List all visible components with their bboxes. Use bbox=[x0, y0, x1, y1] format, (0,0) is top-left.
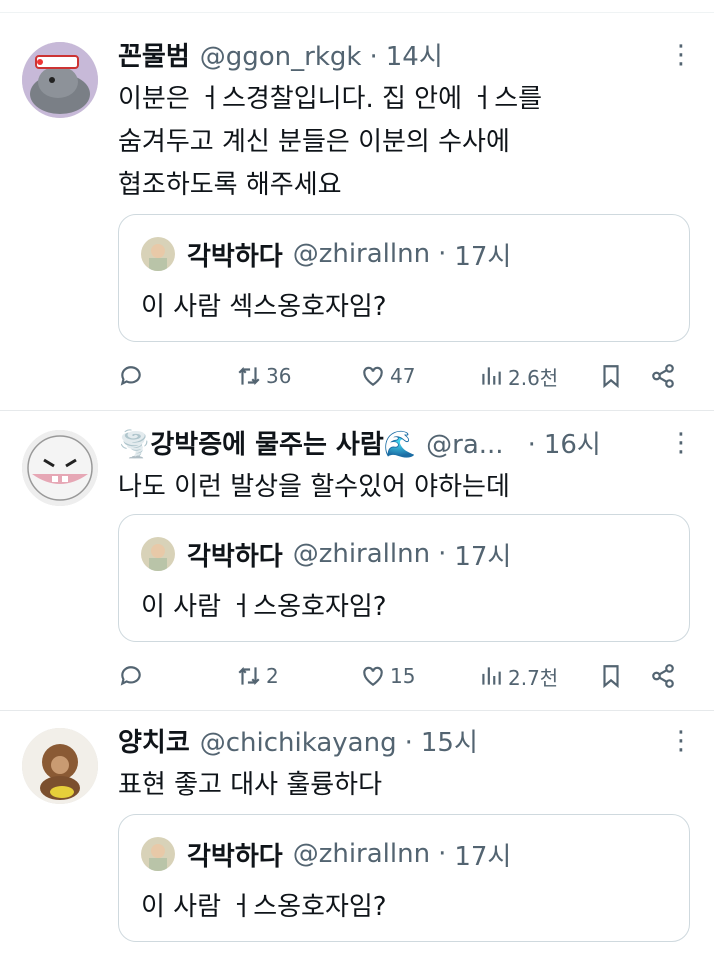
reply-button[interactable] bbox=[118, 358, 148, 394]
like-button[interactable]: 47 bbox=[360, 358, 415, 394]
separator-dot: · bbox=[404, 728, 413, 758]
tweet-text: 이분은 ㅓ스경찰입니다. 집 안에 ㅓ스를 숨겨두고 계신 분들은 이분의 수사… bbox=[118, 78, 694, 207]
reply-icon bbox=[120, 666, 141, 686]
separator-dot: · bbox=[438, 539, 447, 569]
quote-display-name[interactable]: 각박하다 bbox=[187, 536, 283, 573]
views-icon bbox=[482, 667, 501, 685]
timestamp[interactable]: 16시 bbox=[544, 426, 601, 464]
tweet-text-line: 협조하도록 해주세요 bbox=[118, 170, 342, 200]
display-name[interactable]: 🌪️강박증에 물주는 사람🌊 bbox=[118, 426, 416, 464]
quote-avatar[interactable] bbox=[141, 837, 175, 871]
quote-text: 이 사람 ㅓ스옹호자임? bbox=[141, 592, 387, 622]
quote-timestamp[interactable]: 17시 bbox=[454, 536, 511, 573]
quote-timestamp[interactable]: 17시 bbox=[454, 836, 511, 873]
like-count: 15 bbox=[390, 664, 416, 688]
view-count: 2.7천 bbox=[508, 665, 559, 690]
tweet-text-line: 이분은 ㅓ스경찰입니다. 집 안에 ㅓ스를 bbox=[118, 84, 543, 114]
tweet[interactable]: 꼰물범 @ggon_rkgk · 14시 이분은 ㅓ스경찰입니다. 집 안에 ㅓ… bbox=[0, 0, 714, 410]
quote-display-name[interactable]: 각박하다 bbox=[187, 236, 283, 273]
separator-dot: · bbox=[438, 839, 447, 869]
quote-avatar[interactable] bbox=[141, 537, 175, 571]
more-vertical-icon[interactable]: ⋮ bbox=[668, 428, 694, 458]
tweet-text-line: 숨겨두고 계신 분들은 이분의 수사에 bbox=[118, 127, 510, 157]
avatar[interactable] bbox=[22, 430, 98, 506]
retweet-icon bbox=[238, 366, 260, 386]
tweet[interactable]: 양치코 @chichikayang · 15시 표현 좋고 대사 훌륭하다 ⋮ … bbox=[0, 710, 714, 957]
heart-icon bbox=[363, 666, 383, 686]
action-bar: 2 15 2.7천 bbox=[118, 658, 698, 694]
quote-user-handle[interactable]: @zhirallnn bbox=[293, 839, 430, 869]
bookmark-icon bbox=[603, 665, 619, 689]
like-count: 47 bbox=[390, 364, 416, 388]
more-vertical-icon[interactable]: ⋮ bbox=[668, 726, 694, 756]
bookmark-button[interactable] bbox=[598, 358, 628, 394]
quote-avatar[interactable] bbox=[141, 237, 175, 271]
avatar[interactable] bbox=[22, 42, 98, 118]
bookmark-button[interactable] bbox=[598, 658, 628, 694]
tweet-text: 나도 이런 발상을 할수있어 야하는데 bbox=[118, 466, 694, 509]
separator-dot: · bbox=[369, 42, 378, 72]
share-button[interactable] bbox=[650, 358, 680, 394]
tweet-text: 표현 좋고 대사 훌륭하다 bbox=[118, 764, 694, 807]
views-icon bbox=[482, 367, 501, 385]
quote-text: 이 사람 ㅓ스옹호자임? bbox=[141, 892, 387, 922]
retweet-count: 2 bbox=[266, 664, 279, 688]
retweet-button[interactable]: 36 bbox=[236, 358, 291, 394]
bookmark-icon bbox=[603, 365, 619, 389]
user-handle[interactable]: @ggon_rkgk bbox=[200, 38, 362, 76]
retweet-icon bbox=[238, 666, 260, 686]
timestamp[interactable]: 15시 bbox=[421, 724, 478, 762]
separator-dot: · bbox=[527, 430, 536, 460]
retweet-count: 36 bbox=[266, 364, 292, 388]
display-name[interactable]: 양치코 bbox=[118, 724, 190, 762]
display-name[interactable]: 꼰물범 bbox=[118, 38, 190, 76]
timestamp[interactable]: 14시 bbox=[386, 38, 443, 76]
like-button[interactable]: 15 bbox=[360, 658, 415, 694]
views-button[interactable]: 2.6천 bbox=[478, 358, 558, 394]
view-count: 2.6천 bbox=[508, 365, 559, 390]
quoted-tweet[interactable]: 각박하다 @zhirallnn · 17시 이 사람 섹스옹호자임? bbox=[118, 214, 690, 342]
user-handle[interactable]: @chichikayang bbox=[200, 724, 397, 762]
reply-icon bbox=[120, 366, 141, 386]
quote-timestamp[interactable]: 17시 bbox=[454, 236, 511, 273]
user-handle[interactable]: @ra... bbox=[426, 426, 503, 464]
avatar[interactable] bbox=[22, 728, 98, 804]
more-vertical-icon[interactable]: ⋮ bbox=[668, 40, 694, 70]
heart-icon bbox=[363, 366, 383, 386]
separator-dot: · bbox=[438, 239, 447, 269]
quoted-tweet[interactable]: 각박하다 @zhirallnn · 17시 이 사람 ㅓ스옹호자임? bbox=[118, 814, 690, 942]
tweet[interactable]: 🌪️강박증에 물주는 사람🌊 @ra... · 16시 나도 이런 발상을 할수… bbox=[0, 410, 714, 710]
views-button[interactable]: 2.7천 bbox=[478, 658, 558, 694]
share-icon bbox=[652, 664, 674, 688]
action-bar: 36 47 2.6천 bbox=[118, 358, 698, 394]
share-icon bbox=[652, 364, 674, 388]
tweet-text-line: 표현 좋고 대사 훌륭하다 bbox=[118, 770, 382, 800]
quote-user-handle[interactable]: @zhirallnn bbox=[293, 239, 430, 269]
retweet-button[interactable]: 2 bbox=[236, 658, 279, 694]
quoted-tweet[interactable]: 각박하다 @zhirallnn · 17시 이 사람 ㅓ스옹호자임? bbox=[118, 514, 690, 642]
quote-display-name[interactable]: 각박하다 bbox=[187, 836, 283, 873]
quote-user-handle[interactable]: @zhirallnn bbox=[293, 539, 430, 569]
tweet-text-line: 나도 이런 발상을 할수있어 야하는데 bbox=[118, 472, 510, 502]
quote-text: 이 사람 섹스옹호자임? bbox=[141, 292, 387, 322]
reply-button[interactable] bbox=[118, 658, 148, 694]
share-button[interactable] bbox=[650, 658, 680, 694]
